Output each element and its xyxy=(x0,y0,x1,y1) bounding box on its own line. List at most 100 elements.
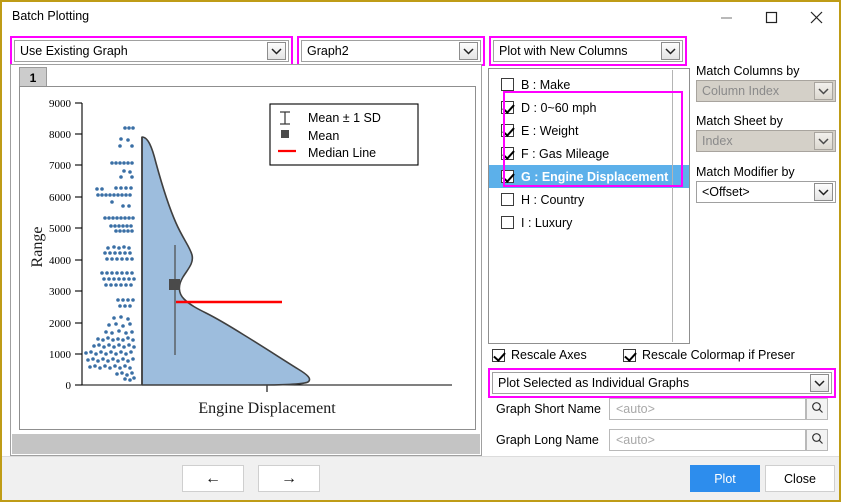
svg-text:2000: 2000 xyxy=(49,318,72,330)
rescale-axes-checkbox[interactable]: Rescale Axes xyxy=(492,348,587,362)
chevron-down-icon[interactable] xyxy=(814,132,833,150)
graph-preview-panel: 1 9000 8000 7000 6000 xyxy=(10,64,482,456)
checkbox-icon[interactable] xyxy=(501,78,514,91)
list-item[interactable]: H : Country xyxy=(489,188,689,211)
graph-long-name-search-button[interactable] xyxy=(806,429,828,451)
violin-plot-svg: 9000 8000 7000 6000 5000 4000 3000 2000 xyxy=(20,87,473,427)
match-columns-dropdown[interactable]: Column Index xyxy=(696,80,836,102)
checkbox-icon[interactable] xyxy=(501,216,514,229)
previous-button[interactable]: ← xyxy=(182,465,244,492)
list-item-label: F : Gas Mileage xyxy=(521,147,609,161)
graph-target-value: Graph2 xyxy=(302,44,459,58)
graph-short-name-placeholder: <auto> xyxy=(610,402,655,416)
list-item[interactable]: F : Gas Mileage xyxy=(489,142,689,165)
column-listbox[interactable]: B : Make D : 0~60 mph E : Weight F : Gas… xyxy=(488,68,690,344)
maximize-button[interactable] xyxy=(749,2,794,32)
graph-long-name-label: Graph Long Name xyxy=(496,433,599,447)
match-columns-label: Match Columns by xyxy=(696,64,800,78)
preview-horizontal-scrollbar[interactable] xyxy=(12,434,480,454)
chevron-down-icon[interactable] xyxy=(814,82,833,100)
scatter-points xyxy=(84,126,136,382)
legend-label-mean-sd: Mean ± 1 SD xyxy=(308,111,381,125)
mean-marker xyxy=(169,279,180,290)
legend-label-median: Median Line xyxy=(308,146,376,160)
list-item[interactable]: I : Luxury xyxy=(489,211,689,234)
list-item[interactable]: B : Make xyxy=(489,73,689,96)
y-axis-title: Range xyxy=(29,227,46,268)
graph-short-name-search-button[interactable] xyxy=(806,398,828,420)
list-item-selected[interactable]: G : Engine Displacement xyxy=(489,165,689,188)
list-item-label: I : Luxury xyxy=(521,216,572,230)
graph-mode-value: Use Existing Graph xyxy=(15,44,267,58)
list-item-label: D : 0~60 mph xyxy=(521,101,596,115)
match-modifier-value: <Offset> xyxy=(697,185,814,199)
graph-short-name-input[interactable]: <auto> xyxy=(609,398,806,420)
title-bar: Batch Plotting xyxy=(2,2,839,32)
svg-text:4000: 4000 xyxy=(49,255,72,267)
checkbox-checked-icon[interactable] xyxy=(501,101,514,114)
maximize-icon xyxy=(765,11,778,24)
match-columns-value: Column Index xyxy=(697,84,814,98)
chevron-down-icon[interactable] xyxy=(459,42,478,60)
chevron-down-icon[interactable] xyxy=(810,374,829,392)
match-modifier-dropdown[interactable]: <Offset> xyxy=(696,181,836,203)
svg-text:0: 0 xyxy=(66,380,72,392)
match-sheet-dropdown[interactable]: Index xyxy=(696,130,836,152)
close-footer-button[interactable]: Close xyxy=(765,465,835,492)
checkbox-icon[interactable] xyxy=(501,193,514,206)
plot-target-dropdown[interactable]: Plot Selected as Individual Graphs xyxy=(492,372,832,394)
list-item-label: B : Make xyxy=(521,78,570,92)
rescale-axes-label: Rescale Axes xyxy=(511,348,587,362)
list-item[interactable]: D : 0~60 mph xyxy=(489,96,689,119)
graph-canvas[interactable]: 9000 8000 7000 6000 5000 4000 3000 2000 xyxy=(19,86,476,430)
checkbox-checked-icon[interactable] xyxy=(492,349,505,362)
close-icon xyxy=(809,10,824,25)
footer-bar: ← → Plot Close xyxy=(2,456,839,500)
rescale-colormap-checkbox[interactable]: Rescale Colormap if Preser xyxy=(623,348,795,362)
next-button[interactable]: → xyxy=(258,465,320,492)
match-sheet-value: Index xyxy=(697,134,814,148)
graph-target-dropdown[interactable]: Graph2 xyxy=(301,40,481,62)
y-axis-ticks: 9000 8000 7000 6000 5000 4000 3000 2000 xyxy=(49,98,82,392)
chevron-down-icon[interactable] xyxy=(814,183,833,201)
list-item[interactable]: E : Weight xyxy=(489,119,689,142)
window-controls xyxy=(704,2,839,32)
minimize-icon xyxy=(720,11,733,24)
preview-tabstrip: 1 xyxy=(11,65,481,85)
checkbox-checked-icon[interactable] xyxy=(501,147,514,160)
plot-mode-dropdown[interactable]: Plot with New Columns xyxy=(493,40,683,62)
checkbox-checked-icon[interactable] xyxy=(501,124,514,137)
chart-legend: Mean ± 1 SD Mean Median Line xyxy=(270,104,418,165)
svg-text:9000: 9000 xyxy=(49,98,72,110)
chevron-down-icon[interactable] xyxy=(661,42,680,60)
match-sheet-label: Match Sheet by xyxy=(696,114,783,128)
svg-text:3000: 3000 xyxy=(49,286,72,298)
window-title: Batch Plotting xyxy=(12,9,89,23)
svg-text:7000: 7000 xyxy=(49,160,72,172)
plot-target-value: Plot Selected as Individual Graphs xyxy=(493,376,810,390)
close-button[interactable] xyxy=(794,2,839,32)
graph-long-name-placeholder: <auto> xyxy=(610,433,655,447)
search-icon xyxy=(811,401,824,417)
graph-short-name-label: Graph Short Name xyxy=(496,402,601,416)
legend-label-mean: Mean xyxy=(308,129,339,143)
plot-button[interactable]: Plot xyxy=(690,465,760,492)
svg-text:8000: 8000 xyxy=(49,129,72,141)
chevron-down-icon[interactable] xyxy=(267,42,286,60)
svg-text:6000: 6000 xyxy=(49,192,72,204)
x-axis-title: Engine Displacement xyxy=(198,400,336,417)
list-item-label: E : Weight xyxy=(521,124,578,138)
checkbox-checked-icon[interactable] xyxy=(501,170,514,183)
minimize-button[interactable] xyxy=(704,2,749,32)
checkbox-checked-icon[interactable] xyxy=(623,349,636,362)
list-item-label: H : Country xyxy=(521,193,584,207)
listbox-divider xyxy=(672,70,673,342)
rescale-colormap-label: Rescale Colormap if Preser xyxy=(642,348,795,362)
graph-long-name-input[interactable]: <auto> xyxy=(609,429,806,451)
list-item-label: G : Engine Displacement xyxy=(521,170,668,184)
search-icon xyxy=(811,432,824,448)
batch-plotting-window: Batch Plotting Use Existing Graph xyxy=(0,0,841,502)
preview-tab-1[interactable]: 1 xyxy=(19,67,47,87)
graph-mode-dropdown[interactable]: Use Existing Graph xyxy=(14,40,289,62)
svg-text:5000: 5000 xyxy=(49,223,72,235)
